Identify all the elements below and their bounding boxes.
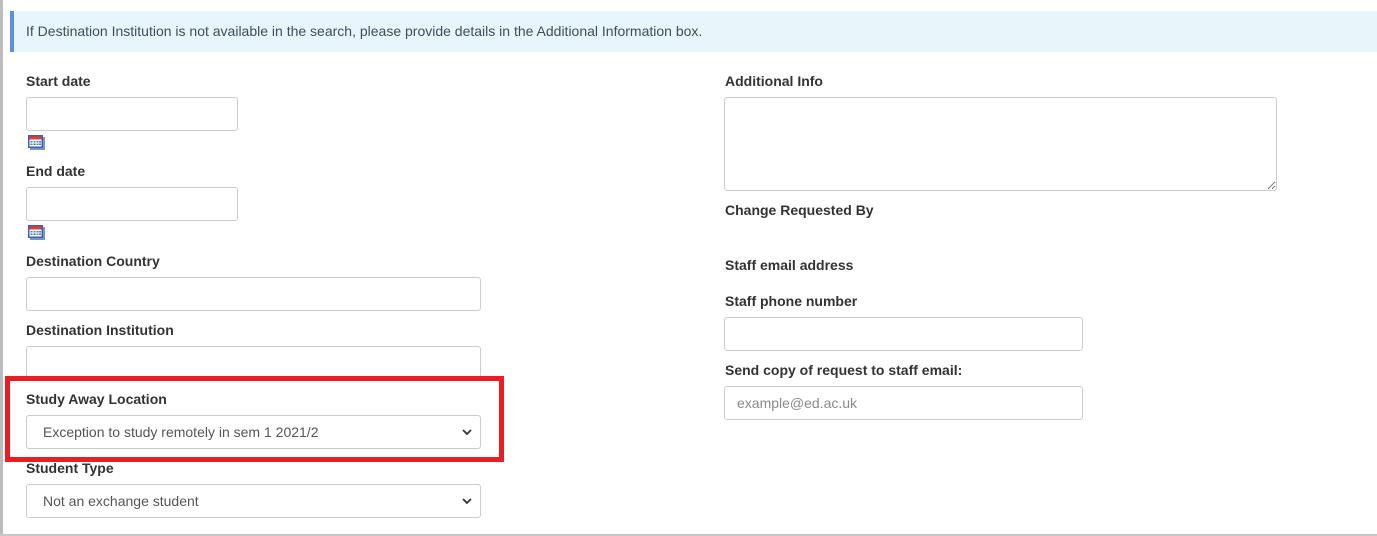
- student-type-value: Not an exchange student: [43, 493, 199, 509]
- start-date-input[interactable]: [26, 97, 238, 131]
- info-notice: If Destination Institution is not availa…: [10, 11, 1377, 52]
- change-requested-by-label: Change Requested By: [725, 202, 874, 218]
- staff-phone-number-label: Staff phone number: [725, 293, 858, 309]
- end-date-label: End date: [26, 163, 86, 179]
- chevron-down-icon: [462, 416, 472, 461]
- send-copy-email-input[interactable]: [724, 386, 1083, 420]
- additional-info-label: Additional Info: [725, 73, 823, 89]
- student-type-select[interactable]: Not an exchange student: [26, 484, 481, 518]
- window-left-edge: [0, 0, 3, 536]
- info-notice-text: If Destination Institution is not availa…: [26, 23, 703, 39]
- destination-institution-label: Destination Institution: [26, 322, 174, 338]
- end-date-input[interactable]: [26, 187, 238, 221]
- study-away-location-select[interactable]: Exception to study remotely in sem 1 202…: [26, 415, 481, 449]
- destination-country-input[interactable]: [26, 277, 481, 311]
- send-copy-label: Send copy of request to staff email:: [725, 362, 963, 378]
- staff-phone-number-input[interactable]: [724, 317, 1083, 351]
- destination-institution-input[interactable]: [26, 346, 481, 380]
- staff-email-address-label: Staff email address: [725, 257, 854, 273]
- student-type-label: Student Type: [26, 460, 114, 476]
- start-date-calendar-icon[interactable]: [28, 135, 45, 150]
- chevron-down-icon: [462, 485, 472, 530]
- study-away-location-value: Exception to study remotely in sem 1 202…: [43, 424, 319, 440]
- additional-info-textarea[interactable]: [724, 97, 1277, 191]
- destination-country-label: Destination Country: [26, 253, 160, 269]
- start-date-label: Start date: [26, 73, 91, 89]
- end-date-calendar-icon[interactable]: [28, 225, 45, 240]
- study-away-location-label: Study Away Location: [26, 391, 167, 407]
